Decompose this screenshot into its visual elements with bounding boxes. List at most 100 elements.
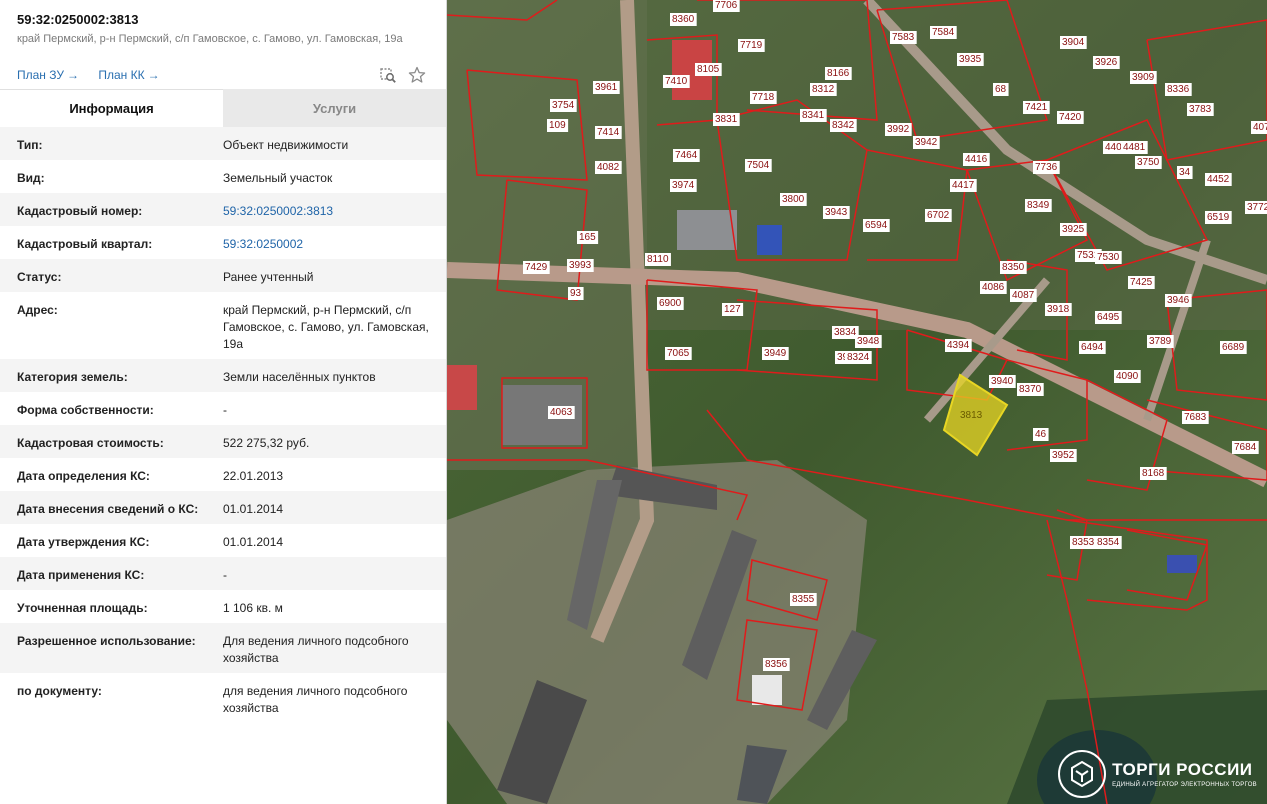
parcel-label[interactable]: 4452	[1207, 174, 1230, 185]
parcel-label[interactable]: 6519	[1207, 212, 1230, 223]
parcel-label[interactable]: 7421	[1025, 102, 1048, 113]
parcel-label[interactable]: 7719	[740, 40, 763, 51]
parcel-label[interactable]: 3992	[887, 124, 910, 135]
parcel-label[interactable]: 3800	[782, 194, 805, 205]
parcel-label[interactable]: 8349	[1027, 200, 1050, 211]
parcel-label[interactable]: 3949	[764, 348, 787, 359]
parcel-label[interactable]: 7706	[715, 0, 738, 11]
parcel-label[interactable]: 7736	[1035, 162, 1058, 173]
parcel-label[interactable]: 4087	[1012, 290, 1035, 301]
parcel-label[interactable]: 7504	[747, 160, 770, 171]
map-canvas[interactable]: 3813 8360 7706 7410 8105 7719 7583 7584 3935 390…	[447, 0, 1267, 804]
parcel-label[interactable]: 7065	[667, 348, 690, 359]
parcel-label[interactable]: 8354	[1097, 537, 1120, 548]
parcel-label[interactable]: 8168	[1142, 468, 1165, 479]
row-value: -	[223, 568, 227, 582]
parcel-label[interactable]: 4082	[597, 162, 620, 173]
parcel-label[interactable]: 3789	[1149, 336, 1172, 347]
parcel-label[interactable]: 3946	[1167, 295, 1190, 306]
parcel-label[interactable]: 8342	[832, 120, 855, 131]
parcel-label[interactable]: 4086	[982, 282, 1005, 293]
parcel-label[interactable]: 3948	[857, 336, 880, 347]
parcel-label[interactable]: 8355	[792, 594, 815, 605]
parcel-label[interactable]: 3909	[1132, 72, 1155, 83]
parcel-label[interactable]: 4063	[550, 407, 573, 418]
parcel-label[interactable]: 8356	[765, 659, 788, 670]
parcel-label[interactable]: 7425	[1130, 277, 1153, 288]
parcel-label[interactable]: 4481	[1123, 142, 1146, 153]
parcel-label[interactable]: 7583	[892, 32, 915, 43]
cadastral-number-link[interactable]: 59:32:0250002:3813	[223, 203, 436, 220]
parcel-label[interactable]: 3831	[715, 114, 738, 125]
zoom-to-parcel-icon[interactable]	[379, 66, 397, 84]
parcel-label[interactable]: 7684	[1234, 442, 1257, 453]
star-icon[interactable]	[408, 66, 426, 84]
parcel-label[interactable]: 3943	[825, 207, 848, 218]
parcel-label[interactable]: 109	[549, 120, 566, 131]
parcel-label[interactable]: 3940	[991, 376, 1014, 387]
parcel-label[interactable]: 7429	[525, 262, 548, 273]
parcel-label[interactable]: 4416	[965, 154, 988, 165]
parcel-label[interactable]: 7530	[1097, 252, 1120, 263]
plan-kk-link[interactable]: План КК →	[98, 68, 159, 82]
parcel-label[interactable]: 7420	[1059, 112, 1082, 123]
parcel-label[interactable]: 34	[1179, 167, 1191, 178]
parcel-label[interactable]: 3993	[569, 260, 592, 271]
parcel-label[interactable]: 3961	[595, 82, 618, 93]
cadastral-quarter-link[interactable]: 59:32:0250002	[223, 236, 436, 253]
parcel-label[interactable]: 8110	[647, 254, 669, 265]
parcel-label[interactable]: 3783	[1189, 104, 1212, 115]
brand-text: ТОРГИ РОССИИ ЕДИНЫЙ АГРЕГАТОР ЭЛЕКТРОННЫ…	[1106, 760, 1257, 788]
parcel-label[interactable]: 4070	[1253, 122, 1267, 133]
satellite-map[interactable]: 3813 8360 7706 7410 8105 7719 7583 7584 3935 390…	[447, 0, 1267, 804]
parcel-label[interactable]: 6689	[1222, 342, 1245, 353]
parcel-label[interactable]: 8350	[1002, 262, 1025, 273]
parcel-label[interactable]: 68	[995, 84, 1007, 95]
parcel-label[interactable]: 93	[570, 288, 582, 299]
tab-services[interactable]: Услуги	[223, 89, 446, 127]
parcel-label[interactable]: 3935	[959, 54, 982, 65]
parcel-label[interactable]: 3754	[552, 100, 575, 111]
parcel-label[interactable]: 8336	[1167, 84, 1190, 95]
parcel-label[interactable]: 6494	[1081, 342, 1104, 353]
parcel-label[interactable]: 46	[1035, 429, 1047, 440]
parcel-label[interactable]: 165	[579, 232, 596, 243]
parcel-label[interactable]: 7584	[932, 27, 955, 38]
parcel-label[interactable]: 3750	[1137, 157, 1160, 168]
parcel-label[interactable]: 6900	[659, 298, 682, 309]
parcel-label[interactable]: 8360	[672, 14, 695, 25]
parcel-label[interactable]: 7683	[1184, 412, 1207, 423]
parcel-label[interactable]: 7718	[752, 92, 775, 103]
parcel-label[interactable]: 8341	[802, 110, 825, 121]
row-value: 22.01.2013	[223, 469, 284, 483]
parcel-label[interactable]: 4090	[1116, 371, 1139, 382]
parcel-label[interactable]: 4417	[952, 180, 975, 191]
parcel-label[interactable]: 4394	[947, 340, 970, 351]
parcel-label[interactable]: 3918	[1047, 304, 1070, 315]
parcel-label[interactable]: 8353	[1072, 537, 1095, 548]
parcel-label[interactable]: 3904	[1062, 37, 1085, 48]
info-row: Дата применения КС: -	[0, 557, 446, 590]
parcel-label[interactable]: 3974	[672, 180, 695, 191]
parcel-label[interactable]: 8324	[847, 352, 870, 363]
parcel-label[interactable]: 7464	[675, 150, 698, 161]
plan-zu-link[interactable]: План ЗУ →	[17, 68, 79, 82]
parcel-label[interactable]: 3926	[1095, 57, 1118, 68]
parcel-label[interactable]: 7410	[665, 76, 688, 87]
parcel-label[interactable]: 3834	[834, 327, 857, 338]
parcel-label[interactable]: 6495	[1097, 312, 1120, 323]
parcel-label[interactable]: 3925	[1062, 224, 1085, 235]
parcel-label[interactable]: 8370	[1019, 384, 1042, 395]
parcel-label[interactable]: 8166	[827, 68, 850, 79]
parcel-label[interactable]: 8312	[812, 84, 835, 95]
parcel-label[interactable]: 6594	[865, 220, 888, 231]
row-key: Кадастровый номер:	[17, 204, 143, 218]
tab-information[interactable]: Информация	[0, 89, 223, 127]
parcel-label[interactable]: 8105	[697, 64, 720, 75]
parcel-label[interactable]: 3952	[1052, 450, 1075, 461]
parcel-label[interactable]: 6702	[927, 210, 950, 221]
parcel-label[interactable]: 127	[724, 304, 741, 315]
parcel-label[interactable]: 3772	[1247, 202, 1267, 213]
parcel-label[interactable]: 7414	[597, 127, 620, 138]
parcel-label[interactable]: 3942	[915, 137, 938, 148]
